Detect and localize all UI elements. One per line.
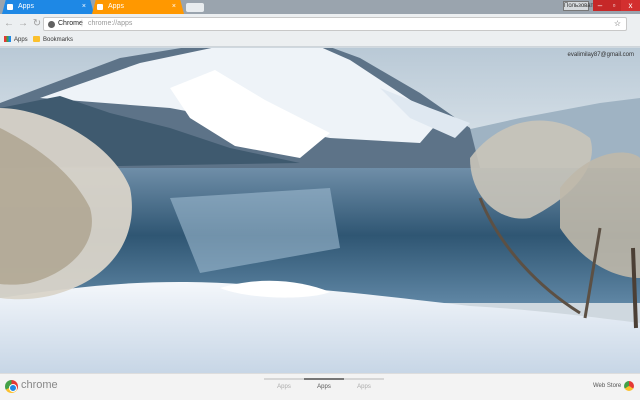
- page-switcher-tab-active[interactable]: Apps: [304, 378, 344, 390]
- url-separator: |: [81, 20, 83, 27]
- bookmark-label: Apps: [14, 37, 28, 43]
- maximize-button[interactable]: ▫: [607, 0, 621, 11]
- profile-button[interactable]: Пользователь: [563, 1, 603, 11]
- forward-arrow-icon[interactable]: →: [17, 18, 29, 30]
- tab-apps-2[interactable]: Apps ×: [92, 0, 184, 14]
- apps-favicon-icon: [97, 4, 103, 10]
- folder-icon: [33, 36, 40, 42]
- chrome-logo-icon: [5, 380, 18, 393]
- close-tab-icon[interactable]: ×: [82, 0, 86, 14]
- browser-toolbar: ← → ↻ Chrome | chrome://apps ☆: [0, 14, 640, 34]
- new-tab-background: evalimilay87@gmail.com: [0, 48, 640, 373]
- site-chip-label: Chrome: [58, 20, 83, 27]
- tab-label: Apps: [108, 3, 124, 10]
- reload-icon[interactable]: ↻: [31, 18, 43, 30]
- tab-strip: Apps × Apps × Пользователь – ▫ x: [0, 0, 640, 14]
- minimize-button[interactable]: –: [593, 0, 607, 11]
- close-window-button[interactable]: x: [621, 0, 640, 11]
- chrome-wordmark: chrome: [21, 379, 58, 391]
- page-switcher-tab[interactable]: Apps: [344, 378, 384, 390]
- apps-favicon-icon: [7, 4, 13, 10]
- close-tab-icon[interactable]: ×: [172, 0, 176, 14]
- back-arrow-icon[interactable]: ←: [3, 18, 15, 30]
- account-email[interactable]: evalimilay87@gmail.com: [568, 52, 634, 58]
- tab-apps-1[interactable]: Apps ×: [2, 0, 94, 14]
- bookmark-apps[interactable]: Apps: [4, 34, 28, 46]
- web-store-link[interactable]: Web Store: [593, 383, 621, 389]
- winter-lake-wallpaper: [0, 48, 640, 373]
- page-switcher-tab[interactable]: Apps: [264, 378, 304, 390]
- bookmarks-bar: Apps Bookmarks: [0, 34, 640, 47]
- apps-footer: chrome Apps Apps Apps Web Store: [0, 373, 640, 400]
- tab-label: Apps: [18, 3, 34, 10]
- site-info-icon[interactable]: [48, 21, 55, 28]
- address-bar[interactable]: Chrome | chrome://apps ☆: [43, 17, 627, 31]
- new-tab-button[interactable]: [186, 3, 204, 12]
- bookmark-star-icon[interactable]: ☆: [614, 18, 621, 30]
- bookmark-folder[interactable]: Bookmarks: [33, 34, 73, 46]
- url-text[interactable]: chrome://apps: [88, 18, 132, 30]
- web-store-icon[interactable]: [624, 381, 634, 391]
- apps-grid-icon: [4, 36, 11, 42]
- bookmark-label: Bookmarks: [43, 37, 74, 43]
